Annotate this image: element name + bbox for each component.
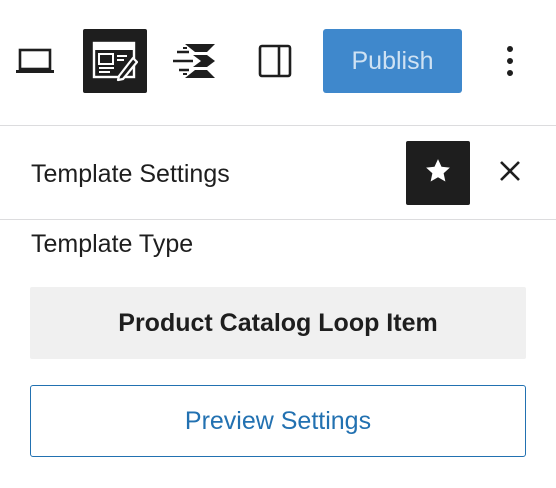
speed-lines-plugin-icon: [171, 41, 219, 81]
panel-title: Template Settings: [31, 160, 230, 188]
template-type-value: Product Catalog Loop Item: [30, 287, 526, 359]
favorite-button[interactable]: [406, 141, 470, 205]
plugin-button[interactable]: [163, 29, 227, 93]
more-vertical-icon: [505, 44, 515, 78]
more-options-button[interactable]: [478, 29, 542, 93]
close-icon: [499, 160, 521, 187]
preview-device-button[interactable]: [3, 29, 67, 93]
template-editor-button[interactable]: [83, 29, 147, 93]
laptop-icon: [15, 46, 55, 76]
sidebar-toggle-button[interactable]: [243, 29, 307, 93]
template-settings-header: Template Settings: [0, 126, 556, 220]
star-icon: [423, 156, 453, 191]
editor-toolbar: Publish: [0, 0, 556, 126]
preview-settings-button[interactable]: Preview Settings: [30, 385, 526, 457]
sidebar-toggle-icon: [257, 43, 293, 79]
close-panel-button[interactable]: [486, 149, 534, 197]
template-editor-icon: [92, 40, 138, 82]
template-type-label: Template Type: [31, 230, 194, 258]
publish-button[interactable]: Publish: [323, 29, 462, 93]
